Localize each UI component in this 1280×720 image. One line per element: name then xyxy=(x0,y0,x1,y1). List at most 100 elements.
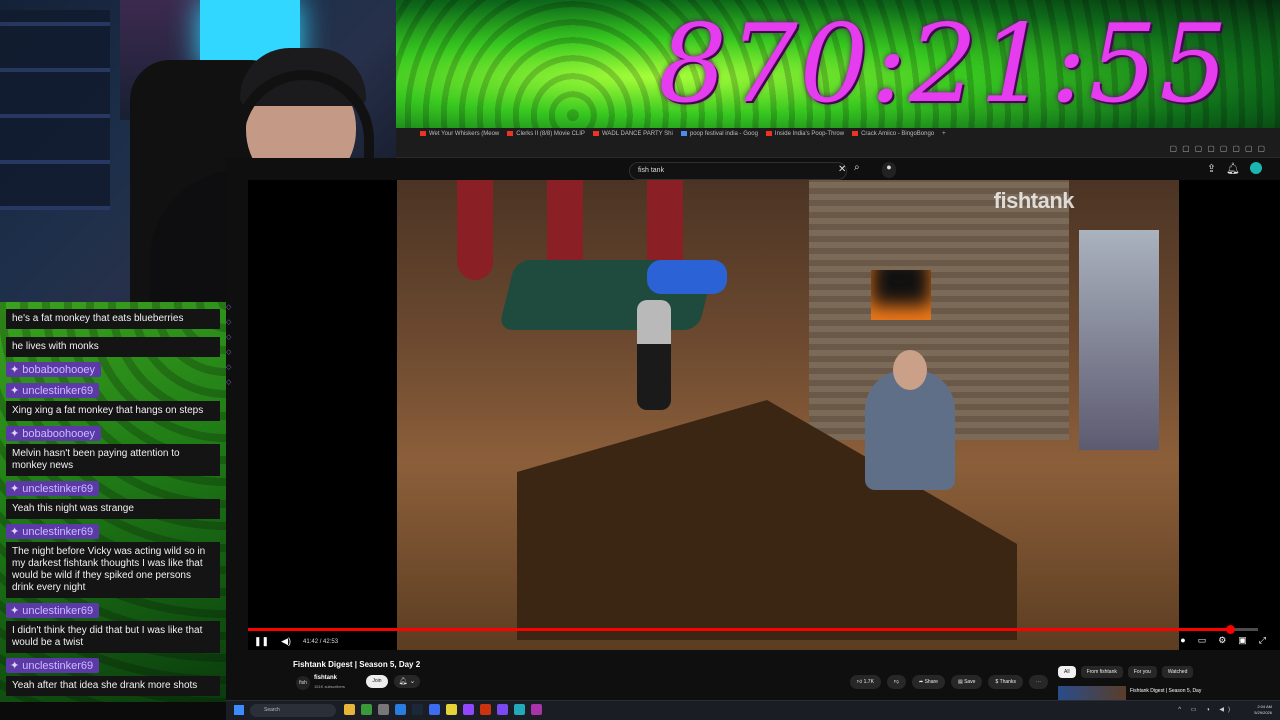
subscriber-badge-icon: ✦ xyxy=(10,483,20,495)
video-player[interactable]: fishtank xyxy=(248,180,1280,650)
notifications-bell-icon[interactable]: 🔔︎ xyxy=(1226,162,1240,175)
fishtank-watermark: fishtank xyxy=(993,188,1075,213)
autoplay-toggle-icon[interactable]: ● xyxy=(1180,635,1185,646)
app-icon[interactable] xyxy=(497,704,508,715)
chat-username: ✦ unclestinker69 xyxy=(6,658,100,673)
chip-for-you[interactable]: For you xyxy=(1127,666,1157,678)
youtube-top-actions: ⇪ 🔔︎ xyxy=(1207,162,1262,175)
windows-taskbar: Search ^ ▭ ◑ ◀︎) 2:04 AM 5/29/2026 xyxy=(226,700,1280,720)
sidebar-icon[interactable]: ◇ xyxy=(226,333,242,341)
sidebar-icon[interactable]: ◇ xyxy=(226,303,242,311)
chat-message-text: he's a fat monkey that eats blueberries xyxy=(6,309,220,329)
xbox-icon[interactable] xyxy=(361,704,372,715)
browser-toolbar-icons[interactable]: ▢▢▢▢▢▢▢▢ xyxy=(1170,144,1270,153)
recommended-title[interactable]: Fishtank Digest | Season 5, Day xyxy=(1130,688,1201,694)
subscriber-badge-icon: ✦ xyxy=(10,428,20,440)
curtain xyxy=(457,180,493,280)
progress-bar[interactable] xyxy=(248,625,1258,634)
chat-message: ✦ unclestinker69 I didn't think they did … xyxy=(6,601,220,653)
clear-search-icon[interactable]: ✕ xyxy=(838,164,846,175)
app-icon[interactable] xyxy=(480,704,491,715)
youtube-favicon-icon xyxy=(507,131,514,136)
youtube-favicon-icon xyxy=(765,131,772,136)
player-controls: ❚❚ ◀︎) 41:42 / 42:53 ● ▭ ⚙ ▣ ⤢ xyxy=(248,625,1280,652)
browser-tab[interactable]: Inside India's Poop-Throw xyxy=(765,131,844,142)
start-icon[interactable] xyxy=(234,705,244,715)
chip-all[interactable]: All xyxy=(1058,666,1076,678)
chat-username: ✦ bobaboohooey xyxy=(6,362,102,377)
pause-icon[interactable]: ❚❚ xyxy=(254,636,269,647)
thanks-icon: $ xyxy=(995,679,999,685)
sidebar-icon[interactable]: ◇ xyxy=(226,378,242,386)
chip-watched[interactable]: Watched xyxy=(1161,666,1194,678)
share-button[interactable]: ➦ Share xyxy=(912,675,945,689)
subscriber-badge-icon: ✦ xyxy=(10,660,20,672)
miniplayer-icon[interactable]: ▣ xyxy=(1238,635,1247,646)
save-icon: ▤ xyxy=(957,679,963,685)
browser-tab[interactable]: poop festival india - Goog xyxy=(680,131,758,142)
subathon-timer: 870:21:55 xyxy=(658,2,1230,127)
app-icon[interactable] xyxy=(429,704,440,715)
channel-avatar[interactable]: fish xyxy=(296,676,310,690)
thanks-button[interactable]: $ Thanks xyxy=(988,675,1023,689)
person-walking xyxy=(637,300,671,410)
volume-icon[interactable]: ◀︎) xyxy=(281,636,291,647)
share-icon: ➦ xyxy=(919,679,924,685)
chat-message: ✦ unclestinker69 Yeah this night was stra… xyxy=(6,479,220,519)
dislike-button[interactable]: 👎︎ xyxy=(886,675,906,689)
browser-tab[interactable]: Wet Your Whiskers (Meow xyxy=(420,131,499,142)
chat-message-text: Yeah after that idea she drank more shot… xyxy=(6,676,220,696)
join-button[interactable]: Join xyxy=(366,675,388,688)
new-tab-button[interactable]: + xyxy=(942,131,946,142)
search-icon[interactable]: ⌕ xyxy=(854,162,868,173)
app-icon[interactable] xyxy=(531,704,542,715)
captions-icon[interactable]: ▭ xyxy=(1198,635,1207,646)
save-button[interactable]: ▤ Save xyxy=(950,675,983,689)
thumbs-down-icon: 👎︎ xyxy=(893,679,899,685)
settings-icon[interactable] xyxy=(378,704,389,715)
subscriber-badge-icon: ✦ xyxy=(10,605,20,617)
video-frame: fishtank xyxy=(397,180,1179,650)
sidebar-icon[interactable]: ◇ xyxy=(226,348,242,356)
right-controls: ● ▭ ⚙ ▣ ⤢ xyxy=(1180,635,1266,646)
chat-message-text: Xing xing a fat monkey that hangs on ste… xyxy=(6,401,220,421)
taskbar-clock[interactable]: 2:04 AM 5/29/2026 xyxy=(1254,704,1272,716)
sidebar-icon[interactable]: ◇ xyxy=(226,318,242,326)
sidebar-icon[interactable]: ◇ xyxy=(226,363,242,371)
clock-date: 5/29/2026 xyxy=(1254,710,1272,715)
account-avatar[interactable] xyxy=(1250,162,1262,174)
chip-from-channel[interactable]: From fishtank xyxy=(1080,666,1123,678)
file-explorer-icon[interactable] xyxy=(344,704,355,715)
chat-sidebar-icons: ◇ ◇ ◇ ◇ ◇ ◇ xyxy=(226,303,242,393)
system-tray[interactable]: ^ ▭ ◑ ◀︎) xyxy=(1178,706,1234,713)
recommended-video[interactable]: Fishtank Digest | Season 5, Day xyxy=(1058,686,1258,700)
channel-name[interactable]: fishtank xyxy=(314,675,337,681)
app-icon[interactable] xyxy=(463,704,474,715)
browser-tab[interactable]: WADL DANCE PARTY Shi xyxy=(592,131,673,142)
chat-username: ✦ unclestinker69 xyxy=(6,524,100,539)
browser-tab[interactable]: Clerks II (8/8) Movie CLIP xyxy=(507,131,585,142)
steam-icon[interactable] xyxy=(412,704,423,715)
recommended-thumbnail[interactable] xyxy=(1058,686,1126,700)
settings-gear-icon[interactable]: ⚙ xyxy=(1218,635,1226,646)
youtube-favicon-icon xyxy=(420,131,426,136)
app-icon[interactable] xyxy=(514,704,525,715)
fullscreen-icon[interactable]: ⤢ xyxy=(1259,635,1266,646)
taskbar-search[interactable]: Search xyxy=(250,704,336,717)
chat-message: ✦ unclestinker69 The night before Vicky w… xyxy=(6,522,220,598)
browser-tab[interactable]: Crack Amiico - BingoBongo xyxy=(852,131,934,142)
edge-icon[interactable] xyxy=(395,704,406,715)
chat-message: ✦ unclestinker69 Yeah after that idea she… xyxy=(6,656,220,696)
chat-message: he lives with monks xyxy=(6,337,220,357)
voice-search-icon[interactable]: ● xyxy=(882,162,896,178)
scrubber-handle[interactable] xyxy=(1225,625,1235,634)
like-button[interactable]: 👍︎ 1.7K xyxy=(850,675,881,689)
taskbar-apps xyxy=(344,704,542,715)
video-actions: 👍︎ 1.7K 👎︎ ➦ Share ▤ Save $ Thanks ⋯ xyxy=(850,675,1048,689)
upload-icon[interactable]: ⇪ xyxy=(1207,162,1216,175)
search-input[interactable]: fish tank xyxy=(629,162,847,180)
app-icon[interactable] xyxy=(446,704,457,715)
more-actions-button[interactable]: ⋯ xyxy=(1028,675,1048,689)
subscribe-bell-button[interactable]: 🔔︎ ⌄ xyxy=(394,675,420,688)
timer-banner: 870:21:55 xyxy=(396,0,1280,128)
